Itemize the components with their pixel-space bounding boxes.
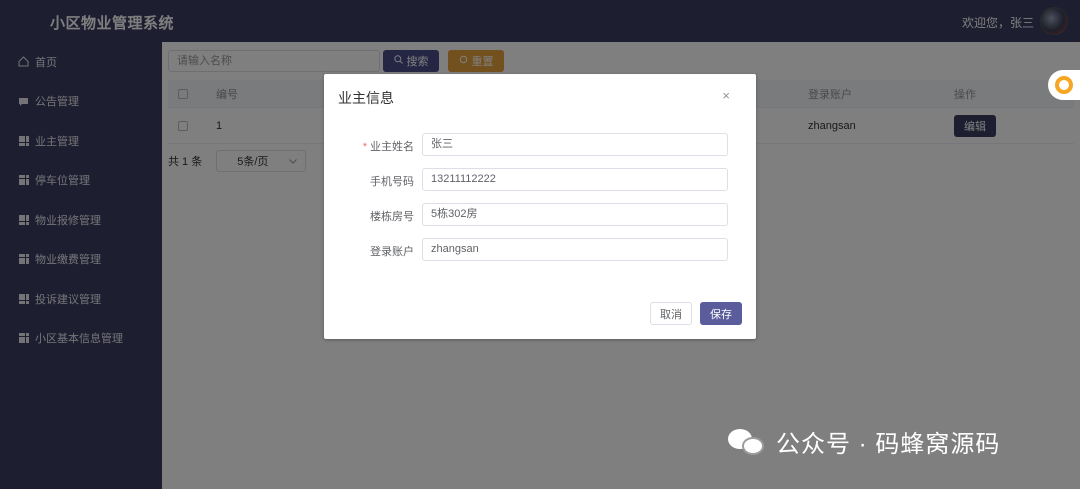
form-row-phone: 手机号码 13211112222	[324, 168, 756, 192]
form-row-account: 登录账户 zhangsan	[324, 238, 756, 262]
owner-name-field[interactable]: 张三	[422, 133, 728, 156]
account-label: 登录账户	[370, 246, 414, 258]
owner-info-dialog: 业主信息 × * 业主姓名 张三 手机号码 13211112222 楼栋房号 5栋…	[324, 74, 756, 339]
owner-name-label: 业主姓名	[370, 141, 414, 153]
watermark: 公众号 · 码蜂窝源码	[728, 424, 1000, 459]
required-mark: *	[362, 141, 367, 153]
watermark-text: 公众号 · 码蜂窝源码	[776, 431, 1001, 458]
wechat-icon	[728, 427, 766, 457]
dialog-title: 业主信息	[338, 90, 394, 106]
cancel-button[interactable]: 取消	[650, 302, 692, 325]
form-row-owner-name: * 业主姓名 张三	[324, 133, 756, 157]
account-field[interactable]: zhangsan	[422, 238, 728, 261]
close-icon[interactable]: ×	[722, 88, 730, 103]
room-label: 楼栋房号	[370, 211, 414, 223]
phone-field[interactable]: 13211112222	[422, 168, 728, 191]
room-field[interactable]: 5栋302房	[422, 203, 728, 226]
form-row-room: 楼栋房号 5栋302房	[324, 203, 756, 227]
save-button[interactable]: 保存	[700, 302, 742, 325]
floating-assistant-button[interactable]	[1048, 70, 1080, 100]
assistant-icon	[1055, 76, 1073, 94]
phone-label: 手机号码	[370, 176, 414, 188]
